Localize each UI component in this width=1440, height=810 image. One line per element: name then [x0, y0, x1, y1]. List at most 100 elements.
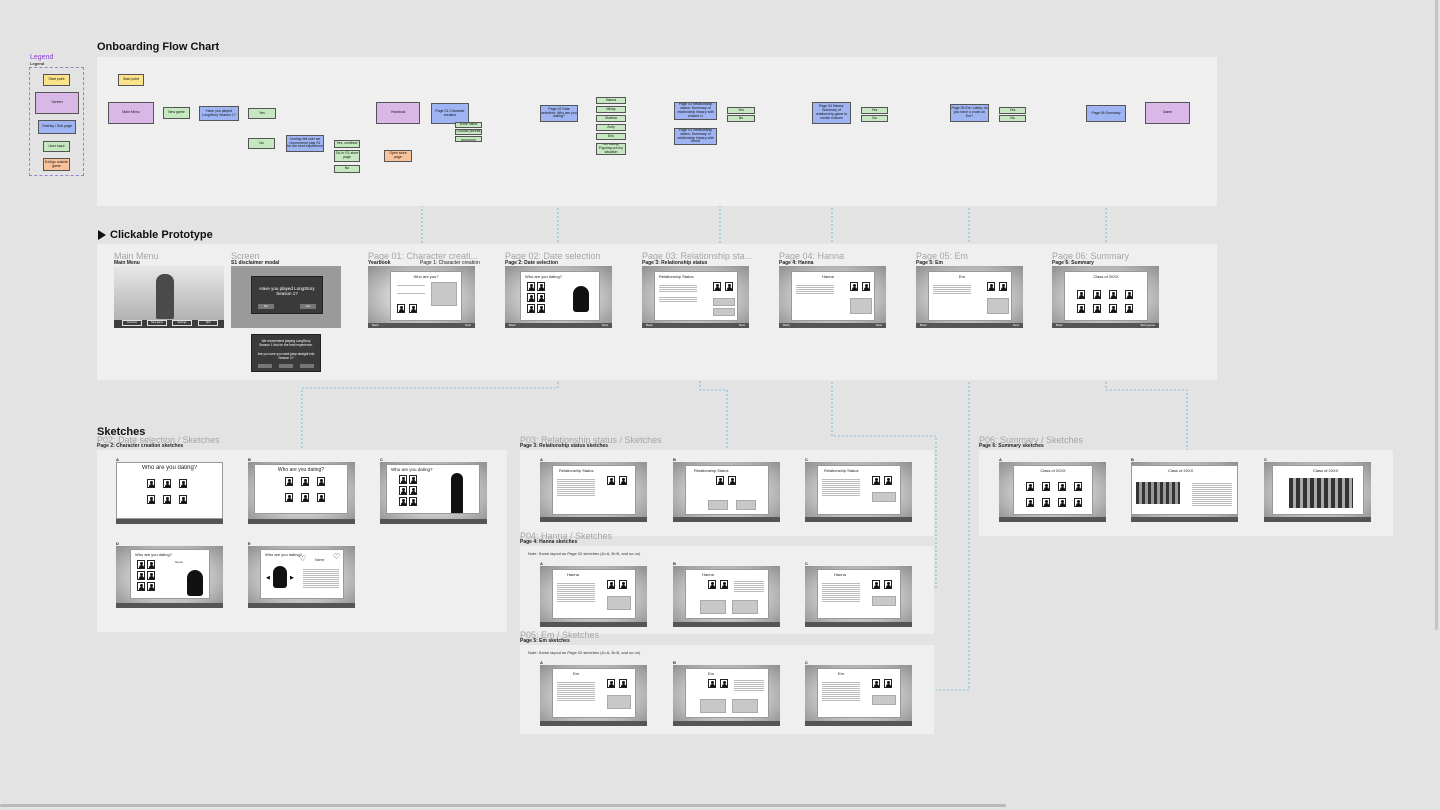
flow-game[interactable]: Game — [1145, 102, 1190, 124]
flow-option-eric[interactable]: Eric — [596, 133, 626, 140]
p03-sketch-c[interactable]: Relationship Status — [805, 462, 912, 522]
page04-card-title: Hanna — [822, 274, 834, 279]
flow-write-name[interactable]: Write name — [455, 122, 482, 128]
continue-button[interactable]: Continue — [122, 320, 142, 326]
modal-dialog: Have you played LongStory Season 1? No Y… — [251, 276, 323, 314]
flow-overlay-recommend[interactable]: Overlay tell user we recommend play S1 f… — [286, 135, 324, 152]
flow-yes-4[interactable]: Yes — [861, 107, 888, 114]
portrait-silhouette — [187, 570, 203, 596]
p05-sketch-b[interactable]: Em — [673, 665, 780, 726]
p02-sketch-e[interactable]: Who are you dating? ◀ ▶ ♡ Name ♡ — [248, 546, 355, 608]
page05-back-button[interactable]: Back — [920, 323, 927, 327]
flow-yes-continue[interactable]: Yes, continue — [334, 140, 360, 148]
p05-sketch-a[interactable]: Em — [540, 665, 647, 726]
p02d-title: Who are you dating? — [135, 552, 172, 557]
flow-page03b[interactable]: Page 03 Relationship status: Summary of … — [674, 128, 717, 145]
flow-yes-1[interactable]: Yes — [248, 108, 276, 119]
page04-back-button[interactable]: Back — [783, 323, 790, 327]
p03-sketch-a[interactable]: Relationship Status — [540, 462, 647, 522]
p05-sketch-c[interactable]: Em — [805, 665, 912, 726]
proto-page02[interactable]: Who are you dating? Back Next — [505, 266, 612, 328]
p05c-title: Em — [838, 671, 844, 676]
settings-button[interactable]: Settings — [172, 320, 192, 326]
flow-played-question[interactable]: Have you played LongStory Season 1? — [199, 106, 239, 121]
modal-no-button[interactable]: No — [258, 304, 274, 309]
p04-sketch-c[interactable]: Hanna — [805, 566, 912, 627]
flow-option-martina[interactable]: Martina — [596, 115, 626, 122]
proto-main-menu[interactable]: Continue New game Settings Quit — [114, 266, 224, 328]
page06-back-button[interactable]: Back — [1056, 323, 1063, 327]
proto-page03[interactable]: Relationship Status Back Next — [642, 266, 749, 328]
flow-option-hanna[interactable]: Hanna — [596, 97, 626, 104]
p06-sketch-a[interactable]: Class of 20XX — [999, 462, 1106, 522]
proto-page05[interactable]: Em Back Next — [916, 266, 1023, 328]
p02-sketch-c[interactable]: Who are you dating? — [380, 462, 487, 524]
proto-page04[interactable]: Hanna Back Next — [779, 266, 886, 328]
modal2-back-button[interactable] — [258, 364, 272, 368]
flow-option-zoey[interactable]: Zoey — [596, 124, 626, 131]
heart-icon[interactable]: ♡ — [333, 552, 340, 561]
page01-back-button[interactable]: Back — [372, 323, 379, 327]
proto-recommend-modal[interactable]: We recommend playing LongStory Season 1 … — [251, 334, 321, 372]
p04-sketch-a[interactable]: Hanna — [540, 566, 647, 627]
modal2-store-button[interactable] — [279, 364, 293, 368]
flow-yes-5[interactable]: Yes — [999, 107, 1026, 114]
flow-page04[interactable]: Page 04 Hanna: Summary of relationship g… — [812, 102, 851, 124]
page05-next-button[interactable]: Next — [1013, 323, 1019, 327]
modal2-continue-button[interactable] — [300, 364, 314, 368]
next-arrow-icon[interactable]: ▶ — [290, 575, 294, 581]
modal-yes-button[interactable]: Yes — [300, 304, 316, 309]
play-icon[interactable] — [98, 230, 106, 240]
p02c-title: Who are you dating? — [391, 467, 433, 472]
flow-option-micky[interactable]: Micky — [596, 106, 626, 113]
p02-sketch-b[interactable]: Who are you dating? — [248, 462, 355, 524]
flow-new-game[interactable]: New game — [163, 107, 190, 119]
p04-sketch-b[interactable]: Hanna — [673, 566, 780, 627]
flow-no-5[interactable]: No — [999, 115, 1026, 122]
flow-page01[interactable]: Page 01 Character creation — [431, 103, 469, 124]
horizontal-scrollbar[interactable] — [0, 804, 1006, 807]
p05-note: Note: Same layout as Page 02 sketches (A… — [528, 650, 641, 655]
prev-arrow-icon[interactable]: ◀ — [266, 575, 270, 581]
flow-page02[interactable]: Page 02 Date selection: Who are you dati… — [540, 105, 578, 122]
flow-yes-3[interactable]: Yes — [727, 107, 755, 114]
proto-disclaimer-modal[interactable]: Have you played LongStory Season 1? No Y… — [231, 266, 341, 328]
heart-icon[interactable]: ♡ — [299, 554, 306, 563]
flow-no-2[interactable]: No — [334, 165, 360, 173]
page03-next-button[interactable]: Next — [739, 323, 745, 327]
page03-back-button[interactable]: Back — [646, 323, 653, 327]
page06-start-game-button[interactable]: Start game — [1140, 323, 1155, 327]
flow-go-to-s1[interactable]: Go to S1 store page — [334, 150, 360, 162]
p02-sketch-a[interactable]: Who are you dating? — [116, 462, 223, 524]
flow-main-menu[interactable]: Main Menu — [108, 102, 154, 124]
page02-back-button[interactable]: Back — [509, 323, 516, 327]
flow-page03a[interactable]: Page 03 Relationship status: Summary of … — [674, 102, 717, 120]
vertical-scrollbar[interactable] — [1435, 0, 1438, 630]
proto-page06[interactable]: Class of 20XX Back Start game — [1052, 266, 1159, 328]
flow-no-4[interactable]: No — [861, 115, 888, 122]
flow-option-not-dating[interactable]: Not dating. Figuring out my situation — [596, 143, 626, 155]
p06-sketch-c[interactable]: Class of 20XX — [1264, 462, 1371, 522]
flow-page05[interactable]: Page 05 Em: Lately, do you have a crush … — [950, 104, 989, 122]
flow-open-store[interactable]: Open store page — [384, 150, 412, 162]
new-game-button[interactable]: New game — [147, 320, 167, 326]
p02-sketch-d[interactable]: Who are you dating? Name — [116, 546, 223, 608]
p06-sketch-b[interactable]: Class of 20XX — [1131, 462, 1238, 522]
page04-next-button[interactable]: Next — [876, 323, 882, 327]
page01-next-button[interactable]: Next — [465, 323, 471, 327]
flow-start-point[interactable]: Start point — [118, 74, 144, 86]
page02-next-button[interactable]: Next — [602, 323, 608, 327]
p05b-title: Em — [708, 671, 714, 676]
flow-yearbook[interactable]: Yearbook — [376, 102, 420, 124]
flow-no-3[interactable]: No — [727, 115, 755, 122]
flow-no-1[interactable]: No — [248, 138, 275, 149]
p05-label: Page 5: Em sketches — [520, 638, 570, 644]
flow-choose-pronouns[interactable]: Choose pronouns — [455, 136, 482, 142]
p03-sketch-b[interactable]: Relationship Status — [673, 462, 780, 522]
p03-label: Page 3: Relationship status sketches — [520, 443, 609, 449]
class-photo — [1289, 478, 1353, 508]
quit-button[interactable]: Quit — [198, 320, 218, 326]
proto-page01[interactable]: Who are you? Back Next — [368, 266, 475, 328]
flow-choose-portrait[interactable]: Choose portrait — [455, 129, 482, 135]
flow-page06[interactable]: Page 06 Summary — [1086, 105, 1126, 122]
